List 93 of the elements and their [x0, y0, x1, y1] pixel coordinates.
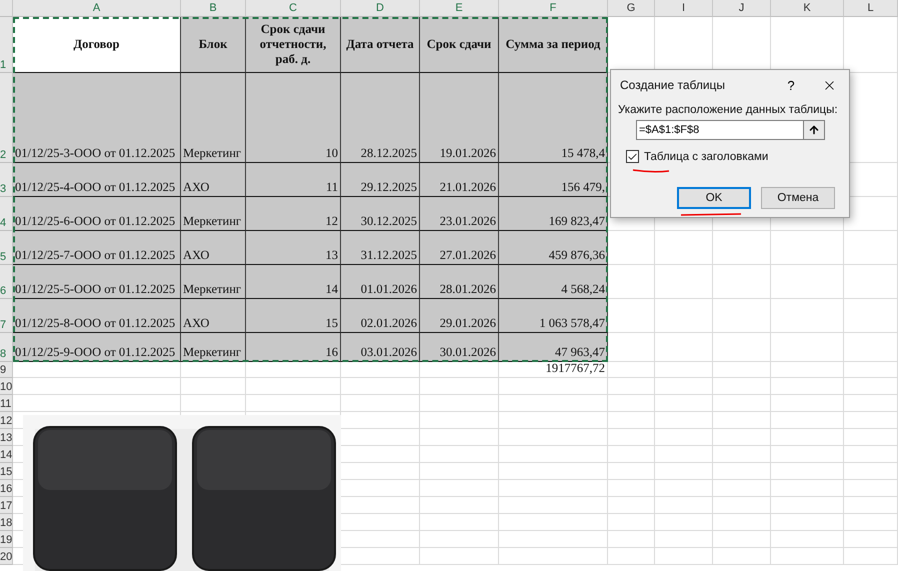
column-header[interactable]: C — [246, 0, 341, 17]
table-cell: 21.01.2026 — [420, 163, 499, 197]
table-cell: Меркетинг — [181, 73, 246, 163]
cancel-button[interactable]: Отмена — [761, 187, 835, 209]
table-cell: 29.01.2026 — [420, 299, 499, 333]
table-cell: 01/12/25-6-ООО от 01.12.2025 — [13, 197, 181, 231]
table-cell: 03.01.2026 — [341, 333, 420, 362]
collapse-button[interactable] — [804, 120, 825, 140]
table-cell: 01/12/25-5-ООО от 01.12.2025 — [13, 265, 181, 299]
table-cell: 11 — [246, 163, 341, 197]
column-header[interactable]: G — [608, 0, 655, 17]
row-header[interactable]: 10 — [0, 378, 13, 395]
table-cell: 30.12.2025 — [341, 197, 420, 231]
range-field[interactable]: =$A$1:$F$8 — [636, 120, 804, 140]
table-cell: 4 568,24 — [499, 265, 608, 299]
table-cell: 15 478,4 — [499, 73, 608, 163]
row-header[interactable]: 15 — [0, 463, 13, 480]
row-header[interactable]: 9 — [0, 362, 13, 378]
column-header[interactable]: B — [181, 0, 246, 17]
column-heading: Договор — [13, 17, 181, 73]
table-cell: 23.01.2026 — [420, 197, 499, 231]
table-cell: 01/12/25-7-ООО от 01.12.2025 — [13, 231, 181, 265]
dialog-title: Создание таблицы — [620, 78, 726, 92]
table-cell: 13 — [246, 231, 341, 265]
ok-button[interactable]: OK — [677, 187, 751, 209]
row-header[interactable]: 1 — [0, 17, 13, 73]
row-header[interactable]: 16 — [0, 480, 13, 497]
column-header[interactable]: E — [420, 0, 499, 17]
row-header[interactable]: 20 — [0, 548, 13, 565]
table-cell: 01/12/25-3-ООО от 01.12.2025 — [13, 73, 181, 163]
column-heading: Дата отчета — [341, 17, 420, 73]
table-cell: 10 — [246, 73, 341, 163]
table-cell: 28.12.2025 — [341, 73, 420, 163]
table-cell: 28.01.2026 — [420, 265, 499, 299]
table-cell: 30.01.2026 — [420, 333, 499, 362]
column-heading: Срок сдачи отчетности, раб. д. — [246, 17, 341, 73]
row-header[interactable]: 3 — [0, 163, 13, 197]
table-cell: 459 876,36 — [499, 231, 608, 265]
total-cell: 1917767,72 — [499, 362, 608, 378]
column-heading: Срок сдачи — [420, 17, 499, 73]
row-header[interactable]: 14 — [0, 446, 13, 463]
table-cell: 12 — [246, 197, 341, 231]
row-header[interactable]: 11 — [0, 395, 13, 412]
select-all-corner[interactable] — [0, 0, 13, 17]
column-header[interactable]: F — [499, 0, 608, 17]
table-cell: АХО — [181, 163, 246, 197]
row-header[interactable]: 8 — [0, 333, 13, 362]
column-heading: Сумма за период — [499, 17, 608, 73]
table-cell: 27.01.2026 — [420, 231, 499, 265]
column-header[interactable]: K — [771, 0, 844, 17]
arrow-up-icon — [808, 124, 820, 136]
column-header[interactable]: I — [655, 0, 713, 17]
table-cell: 29.12.2025 — [341, 163, 420, 197]
table-cell: 47 963,47 — [499, 333, 608, 362]
table-cell: 19.01.2026 — [420, 73, 499, 163]
table-cell: 01/12/25-4-ООО от 01.12.2025 — [13, 163, 181, 197]
row-header[interactable]: 2 — [0, 73, 13, 163]
row-header[interactable]: 5 — [0, 231, 13, 265]
row-header[interactable]: 18 — [0, 514, 13, 531]
row-header[interactable]: 7 — [0, 299, 13, 333]
table-cell: 01.01.2026 — [341, 265, 420, 299]
table-cell: Меркетинг — [181, 333, 246, 362]
headers-checkbox[interactable] — [626, 150, 639, 163]
table-cell: 31.12.2025 — [341, 231, 420, 265]
underline-mark — [680, 212, 742, 217]
table-cell: 14 — [246, 265, 341, 299]
row-header[interactable]: 19 — [0, 531, 13, 548]
help-button[interactable]: ? — [773, 70, 809, 100]
row-header[interactable]: 12 — [0, 412, 13, 429]
table-cell: 156 479, — [499, 163, 608, 197]
column-heading: Блок — [181, 17, 246, 73]
underline-mark — [632, 167, 670, 174]
table-cell: 1 063 578,47 — [499, 299, 608, 333]
column-header[interactable]: J — [713, 0, 771, 17]
row-header[interactable]: 4 — [0, 197, 13, 231]
column-header[interactable]: A — [13, 0, 181, 17]
row-header[interactable]: 6 — [0, 265, 13, 299]
range-prompt: Укажите расположение данных таблицы: — [618, 104, 838, 116]
row-header[interactable]: 17 — [0, 497, 13, 514]
checkbox-label: Таблица с заголовками — [644, 150, 768, 162]
table-cell: 15 — [246, 299, 341, 333]
column-header[interactable]: L — [844, 0, 898, 17]
table-cell: 16 — [246, 333, 341, 362]
table-cell: 02.01.2026 — [341, 299, 420, 333]
table-cell: АХО — [181, 231, 246, 265]
row-header[interactable]: 13 — [0, 429, 13, 446]
table-cell: Меркетинг — [181, 197, 246, 231]
table-cell: 01/12/25-8-ООО от 01.12.2025 — [13, 299, 181, 333]
table-cell: АХО — [181, 299, 246, 333]
table-cell: 169 823,47 — [499, 197, 608, 231]
column-header[interactable]: D — [341, 0, 420, 17]
table-cell: Меркетинг — [181, 265, 246, 299]
table-cell: 01/12/25-9-ООО от 01.12.2025 — [13, 333, 181, 362]
